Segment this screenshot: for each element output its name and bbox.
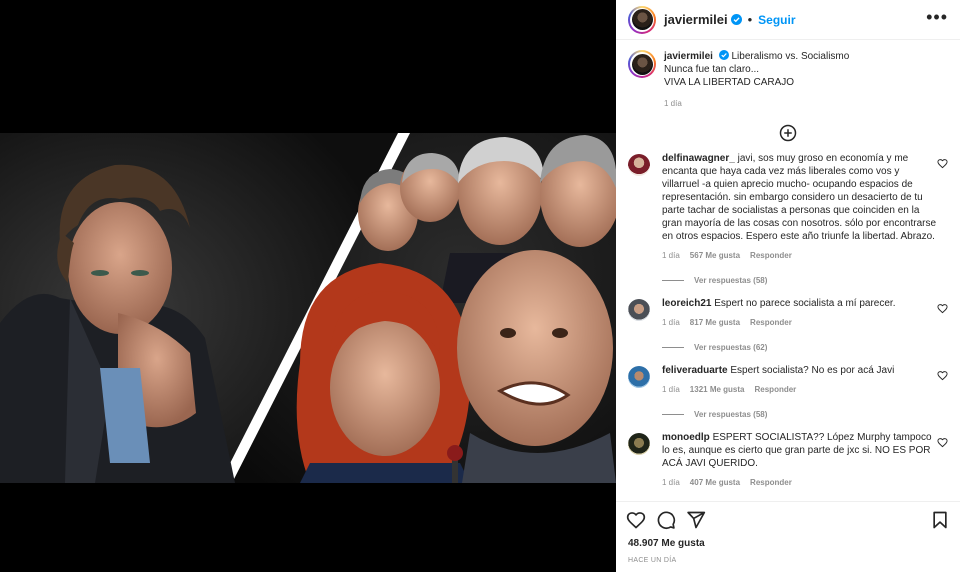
author-username[interactable]: javiermilei <box>664 12 728 27</box>
heart-icon[interactable] <box>937 437 948 448</box>
avatar-inner <box>630 52 654 76</box>
comment-meta: 1 día 1321 Me gusta Responder <box>662 383 938 396</box>
caption-text: javiermilei Liberalismo vs. Socialismo N… <box>664 50 849 110</box>
more-options-button[interactable]: ••• <box>926 8 948 28</box>
view-replies-label: Ver respuestas (58) <box>694 410 768 419</box>
caption-username[interactable]: javiermilei <box>664 51 713 62</box>
view-replies-label: Ver respuestas (58) <box>694 276 768 285</box>
comment-text: javi, sos muy groso en economía y me enc… <box>662 153 937 242</box>
comment-body: monoedlp ESPERT SOCIALISTA?? López Murph… <box>662 431 938 489</box>
author-avatar[interactable] <box>628 5 656 34</box>
comment-meta: 1 día 567 Me gusta Responder <box>662 249 938 262</box>
heart-icon[interactable] <box>937 370 948 381</box>
comment-time[interactable]: 1 día <box>662 383 680 396</box>
follow-button[interactable]: Seguir <box>758 13 795 27</box>
comment-body: delfinawagner_ javi, sos muy groso en ec… <box>662 152 938 262</box>
post-caption: javiermilei Liberalismo vs. Socialismo N… <box>628 50 948 110</box>
verified-badge-icon <box>730 14 742 25</box>
caption-line-3: VIVA LA LIBERTAD CARAJO <box>664 77 795 88</box>
comment-item: feliveraduarte Espert socialista? No es … <box>628 364 948 396</box>
comments-list[interactable]: javiermilei Liberalismo vs. Socialismo N… <box>616 40 960 502</box>
comment-likes[interactable]: 817 Me gusta <box>690 316 740 329</box>
post-media <box>0 0 616 572</box>
reply-button[interactable]: Responder <box>755 383 797 396</box>
replies-line <box>662 280 684 281</box>
reply-button[interactable]: Responder <box>750 476 792 489</box>
replies-line <box>662 347 684 348</box>
paper-plane-icon[interactable] <box>686 510 706 530</box>
comment-likes[interactable]: 567 Me gusta <box>690 249 740 262</box>
caption-line-2: Nunca fue tan claro... <box>664 64 760 75</box>
caption-timestamp[interactable]: 1 día <box>664 97 849 110</box>
comment-bubble-icon[interactable] <box>656 510 676 530</box>
post-side-panel: javiermilei • Seguir ••• javiermilei Lib… <box>616 0 960 572</box>
view-replies-button[interactable]: Ver respuestas (58) <box>662 276 948 285</box>
avatar-photo <box>631 53 653 75</box>
comment-item: delfinawagner_ javi, sos muy groso en ec… <box>628 152 948 262</box>
comment-username[interactable]: delfinawagner_ <box>662 153 735 164</box>
commenter-avatar[interactable] <box>628 299 650 321</box>
replies-line <box>662 414 684 415</box>
comment-time[interactable]: 1 día <box>662 476 680 489</box>
comment-username[interactable]: monoedlp <box>662 432 710 443</box>
heart-icon[interactable] <box>626 510 646 530</box>
comment-text: Espert no parece socialista a mí parecer… <box>714 298 896 309</box>
comment-item: leoreich21 Espert no parece socialista a… <box>628 297 948 329</box>
post-header: javiermilei • Seguir ••• <box>616 0 960 40</box>
heart-icon[interactable] <box>937 158 948 169</box>
bookmark-icon[interactable] <box>930 510 950 530</box>
comment-text: Espert socialista? No es por acá Javi <box>730 365 895 376</box>
view-replies-button[interactable]: Ver respuestas (62) <box>662 343 948 352</box>
comment-body: feliveraduarte Espert socialista? No es … <box>662 364 938 396</box>
bottom-spacer <box>616 564 960 572</box>
post-actions-bar <box>616 502 960 538</box>
verified-badge-icon <box>718 50 729 60</box>
add-circle-icon[interactable] <box>779 124 797 142</box>
caption-line-1: javiermilei Liberalismo vs. Socialismo <box>664 50 849 63</box>
header-separator: • <box>747 12 753 27</box>
post-timestamp[interactable]: HACE UN DÍA <box>616 557 960 564</box>
caption-line-text: Liberalismo vs. Socialismo <box>731 51 850 62</box>
comment-meta: 1 día 407 Me gusta Responder <box>662 476 938 489</box>
heart-icon[interactable] <box>937 303 948 314</box>
comment-body: leoreich21 Espert no parece socialista a… <box>662 297 938 329</box>
reply-button[interactable]: Responder <box>750 316 792 329</box>
comment-username[interactable]: leoreich21 <box>662 298 711 309</box>
post-image[interactable] <box>0 133 616 483</box>
view-replies-button[interactable]: Ver respuestas (58) <box>662 410 948 419</box>
commenter-avatar[interactable] <box>628 433 650 455</box>
commenter-avatar[interactable] <box>628 154 650 176</box>
comment-time[interactable]: 1 día <box>662 316 680 329</box>
view-replies-label: Ver respuestas (62) <box>694 343 768 352</box>
comment-likes[interactable]: 407 Me gusta <box>690 476 740 489</box>
reply-button[interactable]: Responder <box>750 249 792 262</box>
likes-count[interactable]: 48.907 Me gusta <box>616 538 960 549</box>
comment-item: monoedlp ESPERT SOCIALISTA?? López Murph… <box>628 431 948 489</box>
comment-time[interactable]: 1 día <box>662 249 680 262</box>
avatar-photo <box>631 9 653 30</box>
caption-avatar[interactable] <box>628 50 656 78</box>
comment-likes[interactable]: 1321 Me gusta <box>690 383 745 396</box>
instagram-post-modal: javiermilei • Seguir ••• javiermilei Lib… <box>0 0 960 572</box>
post-photo-illustration <box>0 133 616 483</box>
avatar-inner <box>630 7 654 32</box>
commenter-avatar[interactable] <box>628 366 650 388</box>
comment-username[interactable]: feliveraduarte <box>662 365 728 376</box>
comment-meta: 1 día 817 Me gusta Responder <box>662 316 938 329</box>
